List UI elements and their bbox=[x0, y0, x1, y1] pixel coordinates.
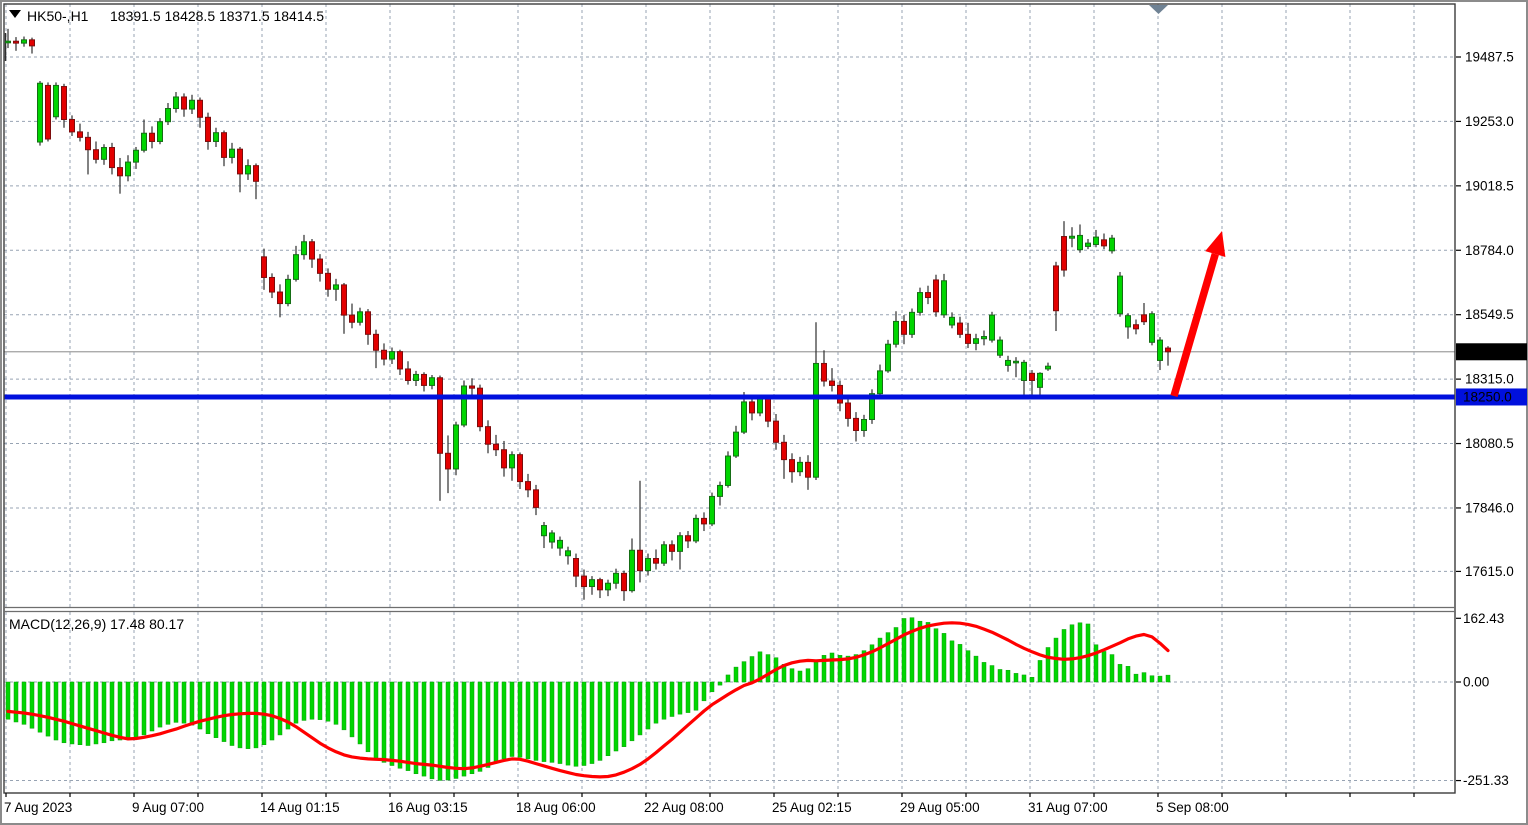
time-axis[interactable] bbox=[4, 794, 1455, 818]
chart-svg: 19487.519253.019018.518784.018549.518315… bbox=[0, 0, 1528, 825]
mt4-chart-window: 19487.519253.019018.518784.018549.518315… bbox=[0, 0, 1528, 825]
price-axis[interactable] bbox=[1456, 4, 1526, 793]
macd-panel[interactable] bbox=[4, 612, 1455, 791]
chart-canvas[interactable] bbox=[4, 4, 1455, 607]
